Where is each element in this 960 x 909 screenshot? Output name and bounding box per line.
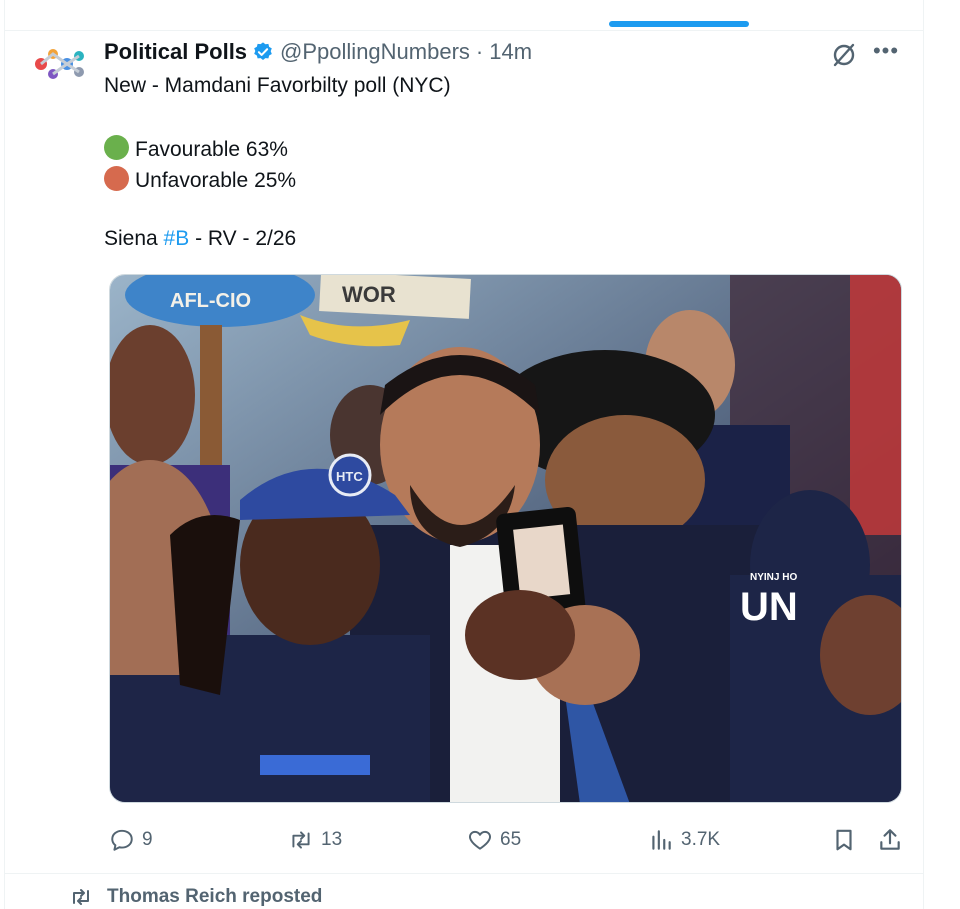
poll-item-unfavorable: Unfavorable 25% — [104, 166, 296, 193]
source-prefix: Siena — [104, 227, 164, 250]
tweet-divider — [5, 873, 923, 874]
author-name[interactable]: Political Polls — [104, 39, 247, 65]
favourable-label: Favourable 63% — [135, 138, 288, 161]
poll-item-favourable: Favourable 63% — [104, 135, 288, 162]
tweet-text-line: New - Mamdani Favorbilty poll (NYC) — [104, 74, 451, 97]
top-tab-strip — [5, 0, 923, 31]
share-button[interactable] — [877, 826, 910, 854]
timestamp[interactable]: 14m — [489, 39, 532, 65]
reply-button[interactable]: 9 — [109, 826, 153, 854]
shirt-small-text: NYINJ HO — [750, 572, 797, 583]
author-handle[interactable]: @PpollingNumbers — [280, 39, 470, 65]
bookmark-button[interactable] — [831, 826, 864, 854]
reply-count: 9 — [142, 829, 153, 850]
grok-icon[interactable] — [831, 42, 857, 68]
retweet-icon — [292, 831, 310, 849]
avatar[interactable] — [31, 42, 91, 86]
repost-indicator[interactable]: Thomas Reich reposted — [69, 885, 322, 909]
retweet-button[interactable]: 13 — [288, 826, 342, 854]
like-count: 65 — [500, 829, 522, 850]
retweet-count: 13 — [321, 829, 343, 850]
hashtag-link[interactable]: #B — [164, 227, 190, 250]
share-icon — [880, 829, 900, 850]
views-button[interactable]: 3.7K — [648, 826, 720, 854]
timeline-column: Political Polls @PpollingNumbers · 14m •… — [4, 0, 924, 909]
tweet-source-line: Siena #B - RV - 2/26 — [104, 227, 296, 251]
tweet-header: Political Polls @PpollingNumbers · 14m — [104, 37, 532, 67]
unfavorable-label: Unfavorable 25% — [135, 169, 297, 192]
shirt-text: UN — [740, 585, 798, 629]
verified-badge-icon — [254, 42, 272, 60]
afl-cio-text: AFL-CIO — [170, 290, 251, 312]
orange-circle-icon — [104, 166, 129, 191]
separator-dot: · — [475, 39, 484, 64]
tweet-photo[interactable]: AFL-CIO WOR HTC NYINJ HO UN — [109, 274, 902, 803]
cap-logo-text: HTC — [336, 469, 363, 484]
more-icon[interactable]: ••• — [871, 38, 901, 68]
green-circle-icon — [104, 135, 129, 160]
bookmark-icon — [836, 829, 852, 851]
like-button[interactable]: 65 — [467, 826, 521, 854]
source-suffix: - RV - 2/26 — [189, 227, 297, 250]
repost-text: Thomas Reich reposted — [107, 886, 323, 907]
retweet-icon — [73, 889, 89, 905]
active-tab-indicator — [609, 21, 749, 27]
views-count: 3.7K — [681, 829, 721, 850]
views-icon — [652, 830, 671, 850]
reply-icon — [111, 829, 133, 851]
like-icon — [469, 830, 491, 850]
sign-right-text: WOR — [342, 282, 396, 307]
